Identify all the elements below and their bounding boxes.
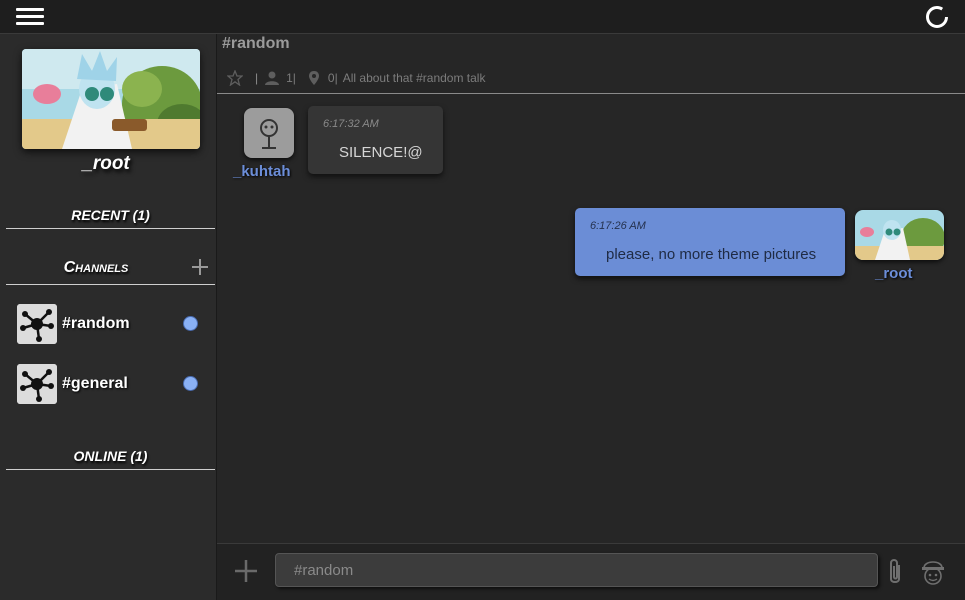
channels-section-header: Channels <box>6 259 215 285</box>
emoji-icon[interactable] <box>918 556 948 586</box>
members-count: 1| <box>286 71 296 85</box>
menu-icon[interactable] <box>16 6 44 28</box>
top-bar <box>0 0 965 34</box>
message-bubble: 6:17:32 AM SILENCE!@ <box>308 106 443 174</box>
channel-hub-icon <box>17 364 57 404</box>
location-pin-icon <box>308 71 319 85</box>
room-topic: All about that #random talk <box>342 71 486 85</box>
room-divider <box>217 93 965 94</box>
room-meta: | 1| 0| All about that #random talk <box>227 69 485 87</box>
add-channel-icon[interactable] <box>191 258 209 276</box>
channel-name: #general <box>62 375 128 392</box>
channel-item-general[interactable]: #general <box>15 362 205 406</box>
message-input[interactable] <box>275 553 878 587</box>
message-time: 6:17:32 AM <box>323 118 379 130</box>
channels-label: Channels <box>63 259 129 276</box>
online-section-header[interactable]: ONLINE (1) <box>6 448 215 470</box>
profile-avatar[interactable] <box>22 49 200 149</box>
channel-hub-icon <box>17 304 57 344</box>
message-time: 6:17:26 AM <box>590 220 646 232</box>
channel-item-random[interactable]: #random <box>15 302 205 346</box>
chat-main: #random | 1| 0| All about that #random t… <box>217 34 965 600</box>
message-avatar-root[interactable] <box>855 210 944 260</box>
message-username[interactable]: _root <box>875 265 913 282</box>
meta-separator: | <box>255 71 259 85</box>
message-avatar-kuhtah[interactable] <box>244 108 294 158</box>
profile-username: _root <box>82 153 130 174</box>
recent-section-header[interactable]: RECENT (1) <box>6 207 215 229</box>
sidebar: _root RECENT (1) Channels #random #gener… <box>0 34 217 600</box>
paperclip-icon[interactable] <box>885 557 905 587</box>
plus-icon[interactable] <box>234 559 258 583</box>
message-username[interactable]: _kuhtah <box>233 163 291 180</box>
message-text: please, no more theme pictures <box>606 246 817 263</box>
message-bubble-own: 6:17:26 AM please, no more theme picture… <box>575 208 845 276</box>
channel-name: #random <box>62 315 130 332</box>
star-icon[interactable] <box>227 70 243 86</box>
room-title: #random <box>222 35 290 52</box>
message-text: SILENCE!@ <box>339 144 423 161</box>
pins-count: 0| <box>327 71 338 85</box>
user-icon <box>265 71 280 85</box>
channel-online-dot <box>183 376 198 391</box>
message-composer <box>217 543 965 600</box>
connection-status-icon[interactable] <box>925 5 949 29</box>
channel-online-dot <box>183 316 198 331</box>
